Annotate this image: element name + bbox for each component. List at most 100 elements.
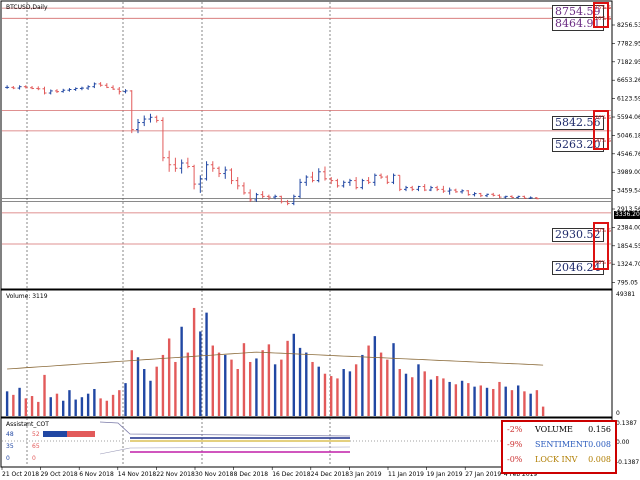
info-volume-value: 0.156 <box>588 425 611 434</box>
volume-bar-86 <box>541 406 545 416</box>
volume-bar-13 <box>86 393 90 416</box>
volume-bar-19 <box>124 383 127 416</box>
x-tick-label-12: 27 Jan 2019 <box>465 471 501 478</box>
alert-box-mid[interactable]: 20% S 20% S <box>593 110 611 150</box>
volume-bar-58 <box>367 345 370 416</box>
volume-bar-56 <box>354 364 358 416</box>
volume-bar-49 <box>311 361 314 416</box>
volume-bar-3 <box>24 398 28 416</box>
x-tick-label-8: 24 Dec 2018 <box>311 471 350 478</box>
volume-bar-12 <box>80 397 84 416</box>
volume-bar-71 <box>448 381 451 416</box>
volume-bar-50 <box>317 366 320 416</box>
volume-bar-39 <box>248 361 252 416</box>
volume-bar-57 <box>361 354 364 416</box>
volume-bar-11 <box>74 399 77 416</box>
volume-bar-16 <box>105 400 109 416</box>
y-tick-label-0: 8256.53 <box>617 22 640 29</box>
alert-pct-low2: 40% S <box>595 260 611 266</box>
volume-bar-73 <box>460 380 464 416</box>
volume-bar-59 <box>373 336 377 416</box>
volume-bar-29 <box>186 352 190 416</box>
volume-bar-1 <box>12 394 15 416</box>
volume-bar-64 <box>404 373 408 416</box>
volume-bar-60 <box>379 352 383 416</box>
volume-bar-24 <box>155 366 158 416</box>
info-sentiment-name: SENTIMENT <box>535 440 589 449</box>
info-volume-name: VOLUME <box>535 425 573 434</box>
info-lockinv-name: LOCK INV <box>535 455 578 464</box>
y-tick-label-3: 6653.26 <box>617 77 640 84</box>
volume-bar-62 <box>392 343 395 416</box>
info-row-lock-inv: -0% LOCK INV 0.008 <box>507 455 611 468</box>
volume-bar-41 <box>261 350 264 416</box>
volume-bar-40 <box>255 358 258 416</box>
volume-bar-32 <box>205 312 208 416</box>
volume-bar-80 <box>504 386 507 416</box>
volume-bar-84 <box>529 393 532 416</box>
cot-title: Assistant_COT <box>6 421 49 428</box>
info-sentiment-value: 0.008 <box>588 440 611 449</box>
volume-bar-34 <box>217 352 221 416</box>
info-lockinv-value: 0.008 <box>588 455 611 464</box>
volume-bar-43 <box>273 364 277 416</box>
volume-bar-23 <box>149 380 152 416</box>
cot-axis-top: 0.1387 <box>616 420 637 427</box>
volume-bar-38 <box>242 343 246 416</box>
alert-pct-top1: 15% S <box>595 5 611 11</box>
cot-bar-red <box>67 431 95 437</box>
info-volume-pct: -2% <box>507 425 523 434</box>
volume-axis-top: 49381 <box>616 291 636 298</box>
volume-bar-0 <box>5 391 9 416</box>
volume-bar-18 <box>118 390 121 416</box>
y-tick-label-13: 1324.70 <box>617 261 640 268</box>
y-tick-label-4: 6123.59 <box>617 96 640 103</box>
chart-canvas[interactable]: 8256.53 7782.95 7182.95 6653.26 6123.59 5594.… <box>0 0 640 480</box>
volume-bar-44 <box>280 359 283 416</box>
volume-bar-52 <box>330 376 333 416</box>
x-tick-label-4: 22 Nov 2018 <box>156 471 195 478</box>
alert-pct-mid1: 20% S <box>595 115 611 121</box>
info-lockinv-pct: -0% <box>507 455 523 464</box>
volume-bar-78 <box>492 388 495 416</box>
volume-bar-47 <box>298 347 302 416</box>
y-tick-label-9: 3459.54 <box>617 188 640 195</box>
y-tick-label-5: 5594.06 <box>617 114 640 121</box>
volume-bar-77 <box>485 387 489 416</box>
x-tick-label-2: 6 Nov 2018 <box>79 471 114 478</box>
volume-bar-7 <box>49 397 52 416</box>
volume-axis-bottom: 0 <box>616 410 620 417</box>
volume-bar-27 <box>174 361 177 416</box>
volume-bar-30 <box>192 307 196 416</box>
y-tick-label-1: 7782.95 <box>617 40 640 47</box>
cot-info-table: -2% VOLUME 0.156 -9% SENTIMENT 0.008 -0%… <box>501 420 617 474</box>
volume-bar-61 <box>386 359 389 416</box>
volume-bar-70 <box>442 378 445 416</box>
alert-pct-mid2: 20% S <box>595 138 611 144</box>
cot-row3-b: 0 <box>32 455 36 462</box>
volume-bar-28 <box>180 326 183 416</box>
volume-bar-72 <box>454 384 458 416</box>
cot-axis-bottom: -0.1387 <box>616 459 640 466</box>
volume-bar-81 <box>510 390 514 416</box>
alert-pct-top2: 10% S <box>595 16 611 22</box>
alert-box-top[interactable]: 15% S 10% S <box>593 2 611 28</box>
info-sentiment-pct: -9% <box>507 440 523 449</box>
volume-bar-45 <box>286 340 289 416</box>
alert-pct-low1: 20% S <box>595 228 611 234</box>
x-tick-label-7: 16 Dec 2018 <box>272 471 311 478</box>
volume-bar-83 <box>523 391 526 416</box>
x-tick-label-1: 29 Oct 2018 <box>41 471 78 478</box>
volume-bar-74 <box>467 383 470 416</box>
cot-row3-a: 0 <box>6 455 10 462</box>
volume-bar-75 <box>473 386 476 416</box>
volume-bar-46 <box>292 333 296 416</box>
x-tick-label-9: 3 Jan 2019 <box>349 471 381 478</box>
volume-bar-55 <box>348 371 352 416</box>
y-tick-label-2: 7182.95 <box>617 59 640 66</box>
volume-bar-5 <box>37 401 40 416</box>
cot-row2-b: 65 <box>32 443 40 450</box>
volume-bar-4 <box>30 396 34 416</box>
x-tick-label-6: 8 Dec 2018 <box>234 471 269 478</box>
alert-box-low[interactable]: 20% S 40% S <box>593 222 611 270</box>
